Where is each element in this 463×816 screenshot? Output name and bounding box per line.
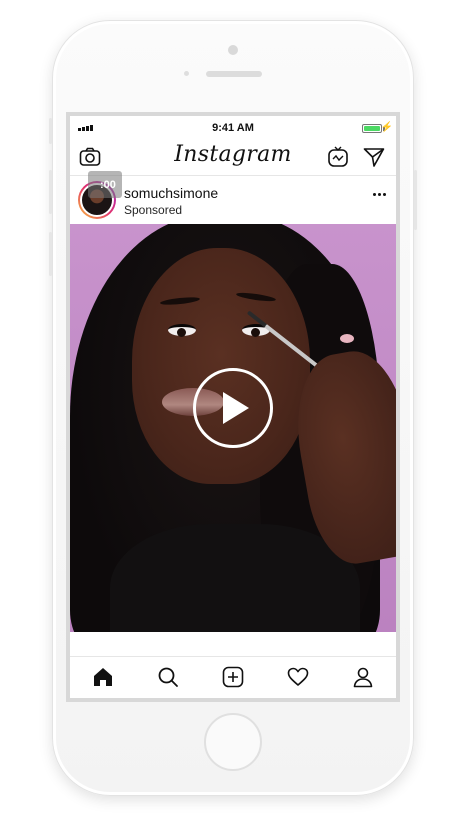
status-time: 9:41 AM	[212, 122, 254, 134]
left-brow	[159, 295, 201, 307]
home-icon[interactable]	[88, 662, 118, 692]
more-options-icon[interactable]	[373, 193, 386, 196]
proximity-sensor	[184, 71, 189, 76]
app-screen: 9:41 AM ⚡ Instagram :00 somuchsimone Spo…	[66, 112, 400, 702]
sponsored-label: Sponsored	[124, 203, 183, 217]
earpiece-speaker	[206, 71, 262, 77]
charging-icon: ⚡	[380, 122, 393, 133]
volume-up-button	[49, 170, 52, 214]
power-button	[414, 170, 417, 230]
volume-down-button	[49, 232, 52, 276]
video-subject-face	[132, 248, 310, 484]
left-eye	[168, 324, 196, 337]
new-post-icon[interactable]	[218, 662, 248, 692]
igtv-icon[interactable]	[326, 146, 350, 168]
video-subject-nail	[340, 334, 354, 343]
status-bar: 9:41 AM ⚡	[70, 116, 396, 138]
timer-badge: :00	[88, 171, 122, 198]
search-icon[interactable]	[153, 662, 183, 692]
home-button[interactable]	[204, 713, 262, 771]
post-video[interactable]	[70, 224, 396, 632]
mute-switch	[49, 118, 52, 144]
video-subject-body	[110, 524, 360, 632]
profile-icon[interactable]	[348, 662, 378, 692]
activity-heart-icon[interactable]	[283, 662, 313, 692]
post-header: :00 somuchsimone Sponsored	[70, 171, 396, 225]
front-camera	[228, 45, 238, 55]
tab-bar	[70, 656, 396, 698]
play-icon[interactable]	[193, 368, 273, 448]
post-username[interactable]: somuchsimone	[124, 185, 218, 201]
direct-send-icon[interactable]	[362, 146, 386, 168]
battery-icon	[362, 124, 382, 133]
right-brow	[235, 291, 277, 303]
